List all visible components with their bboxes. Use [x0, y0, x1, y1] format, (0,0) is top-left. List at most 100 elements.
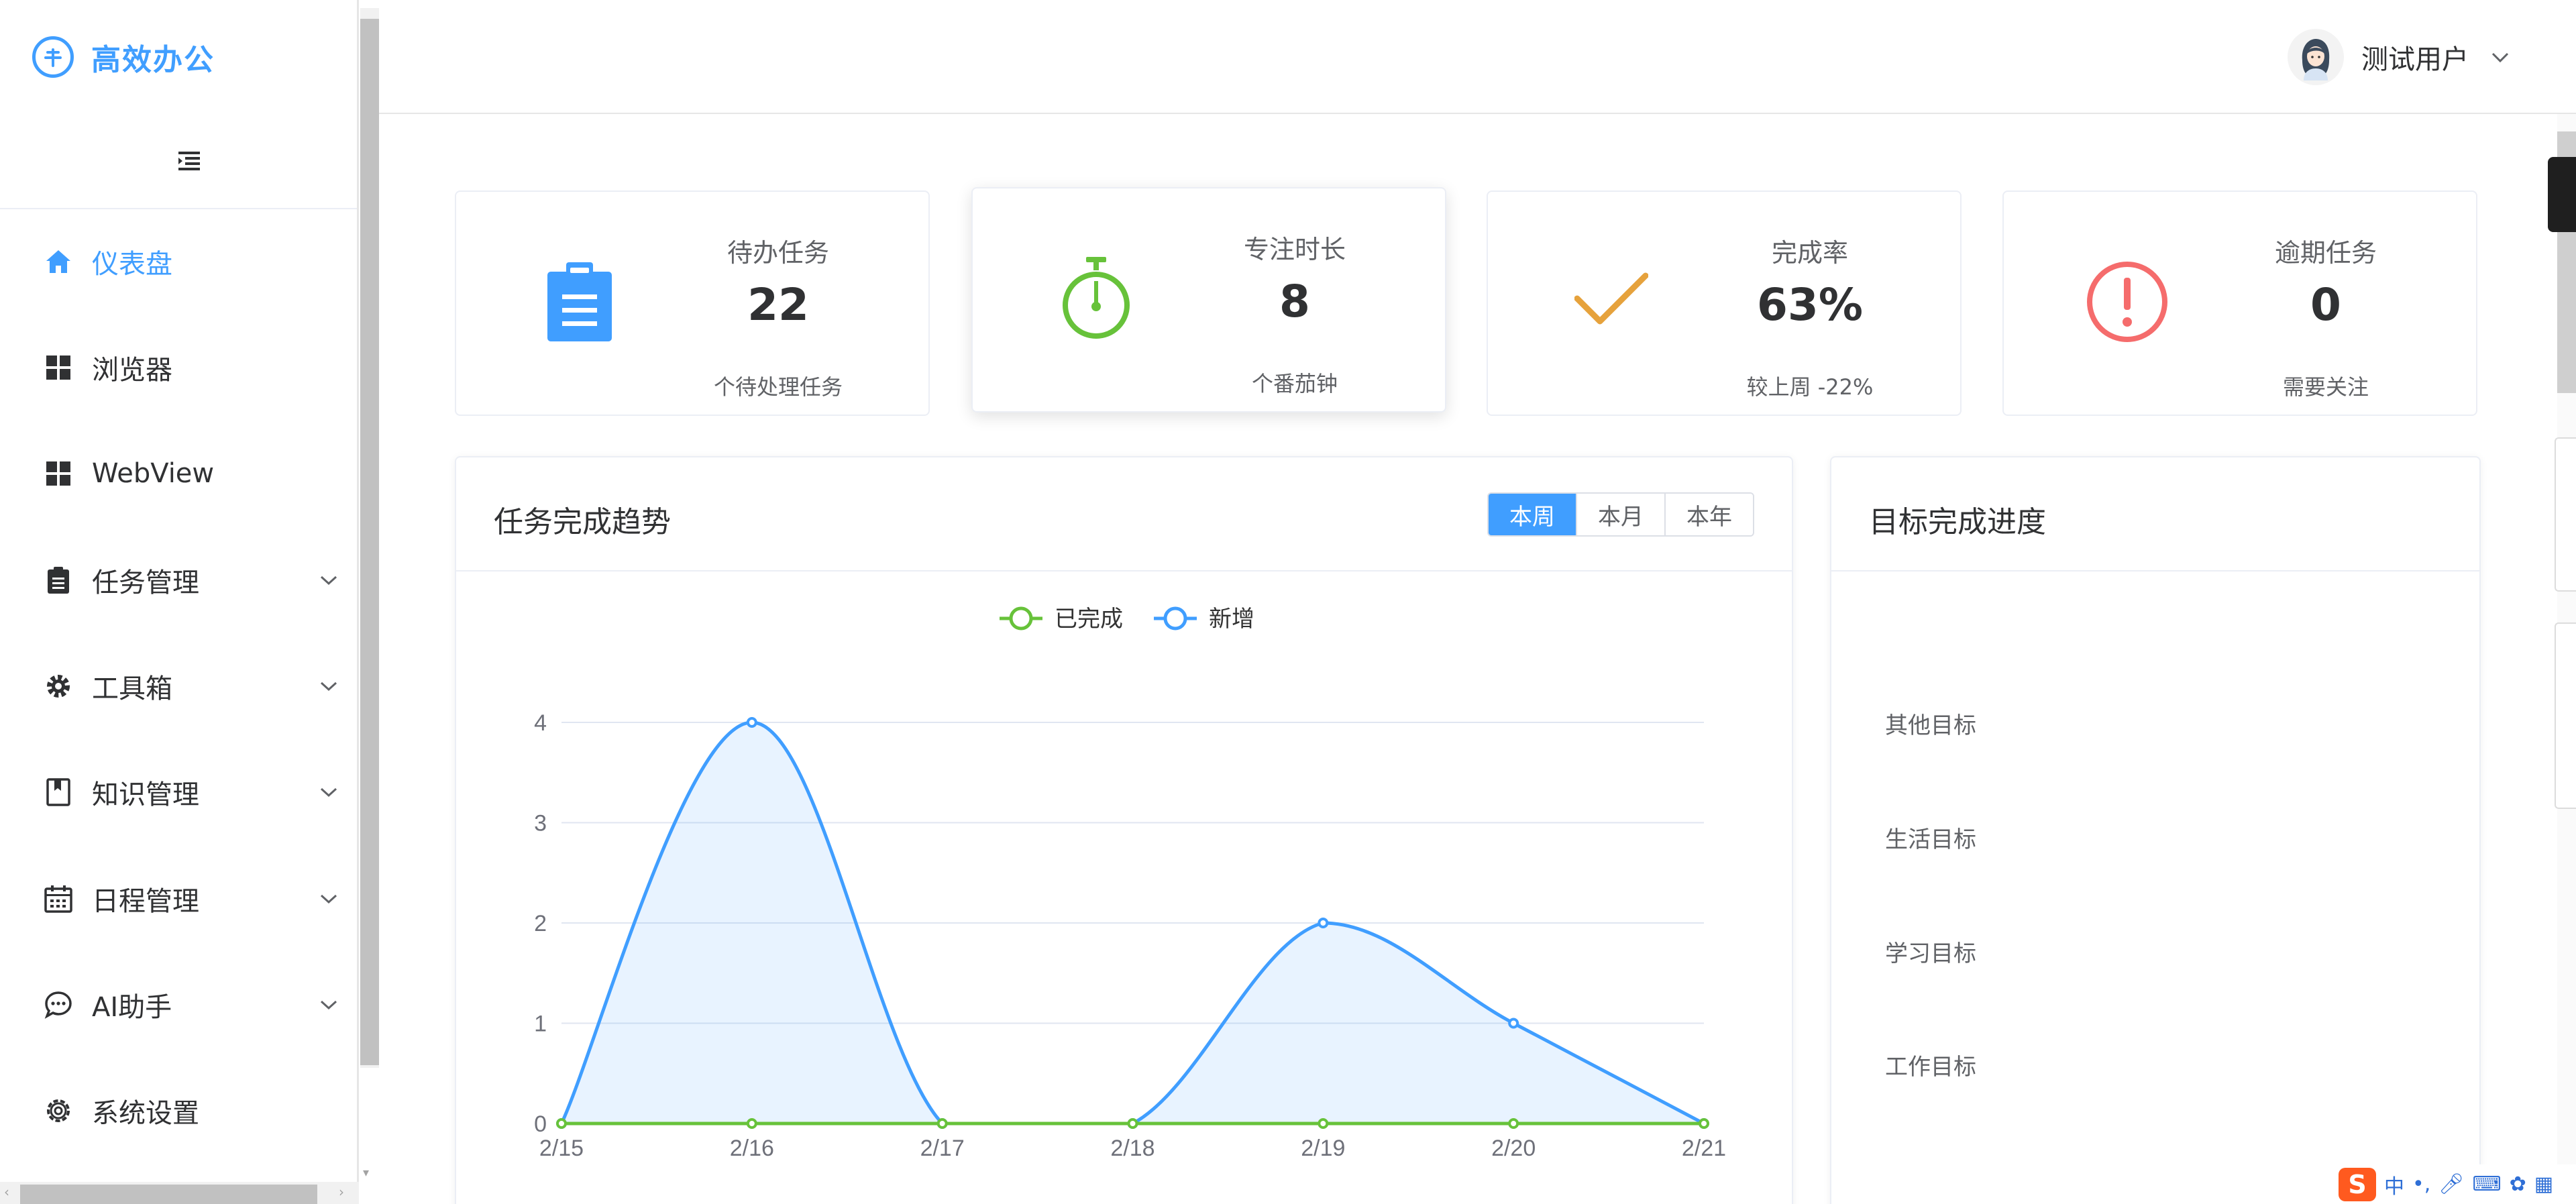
goal-label: 其他目标 — [1885, 712, 1976, 739]
legend-marker — [1009, 606, 1033, 631]
task-trend-panel: 任务完成趋势 本周 本月 本年 0 1 2 3 4 2/15 2/16 2/17 2/18 2/1… — [455, 456, 1793, 1204]
x-tick-label: 2/20 — [1491, 1136, 1536, 1161]
floating-side-tab[interactable] — [2555, 437, 2576, 592]
data-point — [1127, 1118, 1138, 1129]
stat-subtitle: 个待处理任务 — [713, 374, 843, 400]
stat-value: 63% — [1757, 279, 1863, 331]
home-icon — [43, 246, 74, 277]
avatar — [2288, 29, 2344, 85]
stat-card-overdue-tasks: 逾期任务 0 需要关注 — [2002, 190, 2477, 416]
goal-label: 工作目标 — [1885, 1054, 1976, 1081]
stat-title: 完成率 — [1771, 238, 1848, 268]
stat-value: 22 — [747, 279, 809, 331]
chevron-down-icon — [315, 885, 342, 912]
data-point — [1318, 918, 1329, 928]
stat-card-pending-tasks: 待办任务 22 个待处理任务 — [455, 190, 930, 416]
data-point — [936, 1118, 948, 1129]
data-point — [746, 1118, 757, 1129]
data-point — [1508, 1018, 1519, 1029]
chevron-down-icon — [315, 779, 342, 806]
sidebar-item-schedule[interactable]: 日程管理 — [0, 865, 357, 932]
stat-subtitle: 个番茄钟 — [1251, 371, 1338, 396]
logo-icon — [32, 36, 74, 78]
grid-icon — [43, 352, 74, 383]
sidebar-divider — [0, 208, 357, 209]
sidebar-item-knowledge[interactable]: 知识管理 — [0, 759, 357, 826]
range-button-month[interactable]: 本月 — [1576, 494, 1664, 535]
chevron-down-icon — [315, 567, 342, 594]
stat-card-focus-time: 专注时长 8 个番茄钟 — [971, 187, 1446, 413]
x-tick-label: 2/18 — [1110, 1136, 1155, 1161]
floating-side-tab[interactable] — [2555, 622, 2576, 809]
stopwatch-icon — [1053, 256, 1139, 341]
sidebar-horizontal-scrollbar-thumb[interactable] — [20, 1185, 317, 1204]
legend-label: 新增 — [1209, 606, 1254, 633]
sidebar-scrollbar-thumb[interactable] — [360, 19, 379, 1065]
y-tick-label: 3 — [534, 811, 547, 836]
user-menu[interactable]: 测试用户 — [2288, 29, 2512, 85]
ime-chinese-mode[interactable]: 中 — [2384, 1170, 2404, 1199]
stat-subtitle: 较上周 -22% — [1746, 374, 1874, 400]
skin-icon[interactable]: ✿ — [2510, 1172, 2526, 1196]
x-tick-label: 2/16 — [730, 1136, 774, 1161]
collapse-menu-icon[interactable] — [176, 149, 203, 172]
sidebar: 高效办公 仪表盘 浏览器 WebView 任务管理 工具箱 知识管理 日程管理 … — [0, 0, 359, 1204]
range-button-year[interactable]: 本年 — [1664, 494, 1753, 535]
top-header — [379, 0, 2576, 114]
sidebar-item-label: AI助手 — [92, 992, 172, 1023]
goal-progress-panel: 目标完成进度 其他目标 生活目标 学习目标 工作目标 — [1830, 456, 2481, 1204]
goal-label: 生活目标 — [1885, 826, 1976, 853]
x-tick-label: 2/19 — [1301, 1136, 1345, 1161]
ime-punctuation[interactable]: •, — [2412, 1172, 2430, 1196]
chevron-down-icon — [2491, 52, 2509, 63]
floating-tool-tab[interactable] — [2548, 157, 2576, 232]
sidebar-item-label: 系统设置 — [92, 1098, 199, 1129]
legend-label: 已完成 — [1055, 606, 1123, 633]
sidebar-item-toolbox[interactable]: 工具箱 — [0, 653, 357, 720]
data-point — [1318, 1118, 1329, 1129]
app-title: 高效办公 — [91, 43, 215, 77]
sidebar-item-webview[interactable]: WebView — [0, 440, 357, 507]
x-tick-label: 2/21 — [1682, 1136, 1726, 1161]
scroll-down-arrow-icon[interactable]: ▾ — [363, 1166, 369, 1180]
sidebar-item-label: WebView — [92, 458, 215, 489]
microphone-icon[interactable]: 🎤︎ — [2438, 1172, 2464, 1196]
ime-toolbar: S 中 •, 🎤︎ ⌨︎ ✿ ▦ — [2333, 1164, 2576, 1204]
clipboard-icon — [537, 259, 623, 345]
x-tick-label: 2/15 — [539, 1136, 584, 1161]
keyboard-icon[interactable]: ⌨︎ — [2472, 1172, 2501, 1196]
grid-icon — [43, 458, 74, 489]
scroll-right-arrow-icon[interactable]: › — [339, 1184, 344, 1200]
ime-logo-icon[interactable]: S — [2339, 1167, 2376, 1201]
y-tick-label: 2 — [534, 911, 547, 936]
goal-label: 学习目标 — [1885, 940, 1976, 967]
sidebar-item-label: 日程管理 — [92, 886, 199, 917]
data-point — [556, 1118, 567, 1129]
gear-icon — [43, 671, 74, 702]
sidebar-item-dashboard[interactable]: 仪表盘 — [0, 228, 357, 295]
settings-icon — [43, 1095, 74, 1126]
grid-icon[interactable]: ▦ — [2534, 1172, 2553, 1196]
sidebar-item-label: 任务管理 — [92, 567, 199, 598]
panel-title: 目标完成进度 — [1869, 505, 2046, 539]
range-toggle: 本周 本月 本年 — [1487, 492, 1754, 537]
y-tick-label: 0 — [534, 1111, 547, 1137]
data-point — [746, 717, 757, 728]
chevron-down-icon — [315, 991, 342, 1018]
app-logo[interactable]: 高效办公 — [32, 32, 215, 82]
stat-title: 专注时长 — [1243, 235, 1346, 264]
sidebar-item-ai-assistant[interactable]: AI助手 — [0, 971, 357, 1038]
range-button-week[interactable]: 本周 — [1489, 494, 1576, 535]
book-icon — [43, 777, 74, 808]
panel-header: 任务完成趋势 本周 本月 本年 — [456, 457, 1792, 571]
sidebar-item-tasks[interactable]: 任务管理 — [0, 547, 357, 614]
sidebar-item-label: 知识管理 — [92, 779, 199, 810]
calendar-icon — [43, 883, 74, 914]
sidebar-item-browser[interactable]: 浏览器 — [0, 334, 357, 401]
x-tick-label: 2/17 — [920, 1136, 965, 1161]
data-point — [1508, 1118, 1519, 1129]
sidebar-item-label: 仪表盘 — [92, 249, 172, 280]
sidebar-item-settings[interactable]: 系统设置 — [0, 1077, 357, 1144]
stat-card-completion-rate: 完成率 63% 较上周 -22% — [1487, 190, 1962, 416]
scroll-left-arrow-icon[interactable]: ‹ — [4, 1184, 9, 1200]
